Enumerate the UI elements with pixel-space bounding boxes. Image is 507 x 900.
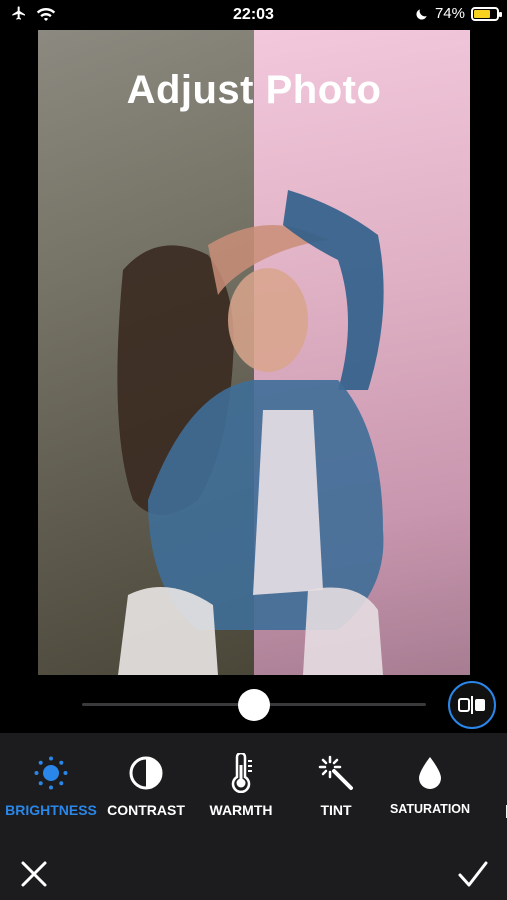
slider-thumb[interactable] — [238, 689, 270, 721]
photo-subject-image — [117, 190, 384, 675]
photo-preview[interactable]: Adjust Photo — [38, 30, 470, 675]
tool-label: TINT — [320, 802, 352, 818]
tool-label: BRIGHTNESS — [5, 802, 97, 818]
bottom-action-bar — [0, 830, 507, 900]
adjustment-slider-row — [0, 675, 507, 733]
tool-brightness[interactable]: BRIGHTNESS — [1, 753, 101, 818]
page-title: Adjust Photo — [126, 68, 382, 112]
tool-tint[interactable]: TINT — [286, 753, 386, 818]
close-icon — [21, 861, 47, 887]
battery-icon — [471, 6, 502, 21]
tool-label: SATURATION — [389, 802, 471, 816]
battery-percent: 74% — [434, 5, 465, 22]
status-bar: 22:03 74% — [0, 0, 507, 30]
battery-level — [474, 9, 491, 18]
sun-icon — [31, 753, 71, 793]
tool-label: WARMTH — [209, 802, 273, 818]
drop-icon — [410, 753, 450, 793]
contrast-icon — [126, 753, 166, 793]
compare-button[interactable] — [448, 681, 496, 729]
status-right: 74% — [415, 5, 502, 22]
photo-preview-area: Adjust Photo — [0, 30, 507, 695]
done-button[interactable] — [457, 858, 489, 890]
cancel-button[interactable] — [18, 858, 50, 890]
tool-warmth[interactable]: WARMTH — [191, 753, 291, 818]
adjustment-tool-bar: BRIGHTNESS CONTRAST WARMTH TINT SATURATI… — [0, 733, 507, 830]
thermometer-icon — [221, 753, 261, 793]
tool-saturation[interactable]: SATURATION — [380, 753, 480, 816]
moon-icon — [416, 8, 427, 20]
checkmark-icon — [458, 861, 488, 887]
tool-label: CONTRAST — [107, 802, 185, 818]
magic-wand-icon — [316, 753, 356, 793]
adjustment-slider[interactable] — [82, 689, 426, 721]
tool-contrast[interactable]: CONTRAST — [96, 753, 196, 818]
compare-icon — [458, 696, 485, 714]
